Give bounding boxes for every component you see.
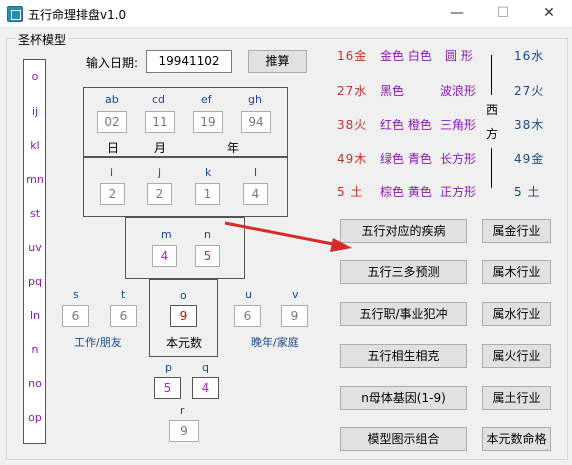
pointer-arrow-icon [224, 221, 352, 252]
